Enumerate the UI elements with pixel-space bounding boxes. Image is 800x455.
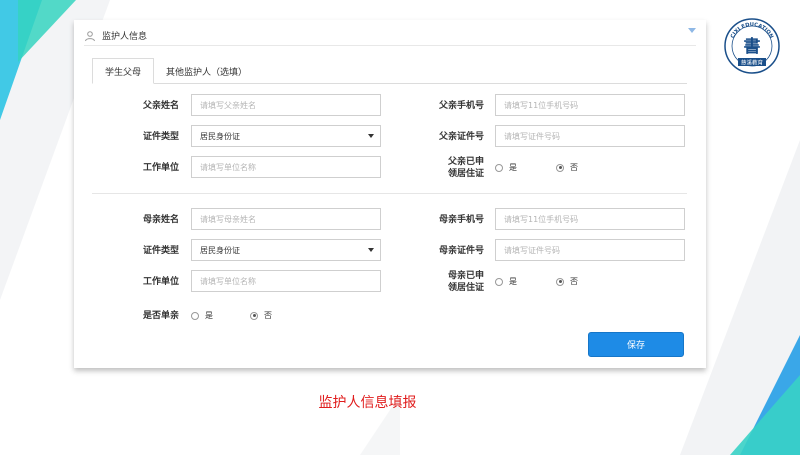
father-id-number-input[interactable] — [495, 125, 685, 147]
father-residence-yes-option[interactable]: 是 — [495, 162, 517, 173]
cixi-education-logo: CIXI EDUCATION 書 慈溪教育 — [724, 18, 780, 74]
dropdown-arrow-icon — [368, 134, 374, 138]
mother-name-label: 母亲姓名 — [142, 215, 179, 225]
page-caption: 监护人信息填报 — [318, 395, 417, 411]
father-residence-yes-label: 是 — [509, 163, 517, 172]
mother-work-label: 工作单位 — [142, 277, 179, 287]
radio-no-checked[interactable] — [556, 277, 564, 286]
dropdown-arrow-icon — [368, 248, 374, 252]
logo-bottom-text: 慈溪教育 — [741, 59, 764, 67]
single-parent-yes-label: 是 — [205, 311, 213, 320]
background-shape-cyan-corner — [730, 375, 800, 455]
father-residence-no-option[interactable]: 否 — [556, 162, 578, 173]
mother-work-input[interactable] — [191, 270, 381, 292]
single-parent-no-option[interactable]: 否 — [250, 310, 272, 321]
tab-other-guardians[interactable]: 其他监护人（选填） — [154, 58, 259, 84]
mother-residence-yes-label: 是 — [509, 277, 517, 286]
radio-yes[interactable] — [495, 163, 503, 172]
father-phone-input[interactable] — [495, 94, 685, 116]
mother-name-input[interactable] — [191, 208, 381, 230]
logo-glyph: 書 — [744, 36, 761, 57]
save-button[interactable]: 保存 — [588, 332, 684, 357]
father-id-type-select[interactable]: 居民身份证 — [191, 125, 381, 147]
tab-student-parents[interactable]: 学生父母 — [92, 58, 155, 84]
father-name-label: 父亲姓名 — [142, 101, 179, 111]
mother-id-type-label: 证件类型 — [142, 246, 179, 256]
mother-residence-label: 母亲已申 领居住证 — [414, 270, 484, 294]
single-parent-label: 是否单亲 — [142, 311, 179, 321]
father-id-number-label: 父亲证件号 — [438, 132, 484, 142]
father-work-input[interactable] — [191, 156, 381, 178]
father-id-type-value: 居民身份证 — [200, 131, 240, 141]
father-name-input[interactable] — [191, 94, 381, 116]
mother-residence-no-label: 否 — [570, 277, 578, 286]
mother-id-type-value: 居民身份证 — [200, 245, 240, 255]
mother-phone-input[interactable] — [495, 208, 685, 230]
guardian-info-panel: 监护人信息 学生父母 其他监护人（选填） 父亲姓名 父亲手机号 证件类型 居民身… — [74, 20, 706, 368]
father-id-type-label: 证件类型 — [142, 132, 179, 142]
father-residence-label-line2: 领居住证 — [447, 169, 484, 179]
mother-phone-label: 母亲手机号 — [438, 215, 484, 225]
radio-yes[interactable] — [191, 311, 199, 320]
father-residence-label-line1: 父亲已申 — [447, 157, 484, 167]
guardian-tabs: 学生父母 其他监护人（选填） — [92, 58, 687, 84]
panel-header: 监护人信息 — [84, 26, 696, 46]
mother-residence-no-option[interactable]: 否 — [556, 276, 578, 287]
radio-yes[interactable] — [495, 277, 503, 286]
mother-id-number-label: 母亲证件号 — [438, 246, 484, 256]
mother-residence-yes-option[interactable]: 是 — [495, 276, 517, 287]
chevron-down-icon[interactable] — [688, 28, 696, 33]
mother-id-type-select[interactable]: 居民身份证 — [191, 239, 381, 261]
section-divider — [92, 193, 687, 194]
mother-residence-label-line2: 领居住证 — [447, 283, 484, 293]
father-residence-no-label: 否 — [570, 163, 578, 172]
single-parent-no-label: 否 — [264, 311, 272, 320]
father-phone-label: 父亲手机号 — [438, 101, 484, 111]
father-work-label: 工作单位 — [142, 163, 179, 173]
single-parent-yes-option[interactable]: 是 — [191, 310, 213, 321]
mother-id-number-input[interactable] — [495, 239, 685, 261]
radio-no-checked[interactable] — [556, 163, 564, 172]
panel-title: 监护人信息 — [102, 32, 148, 42]
mother-residence-label-line1: 母亲已申 — [447, 271, 484, 281]
user-icon — [85, 30, 95, 41]
radio-no-checked[interactable] — [250, 311, 258, 320]
background-shape-teal — [18, 0, 76, 62]
father-residence-label: 父亲已申 领居住证 — [414, 156, 484, 180]
